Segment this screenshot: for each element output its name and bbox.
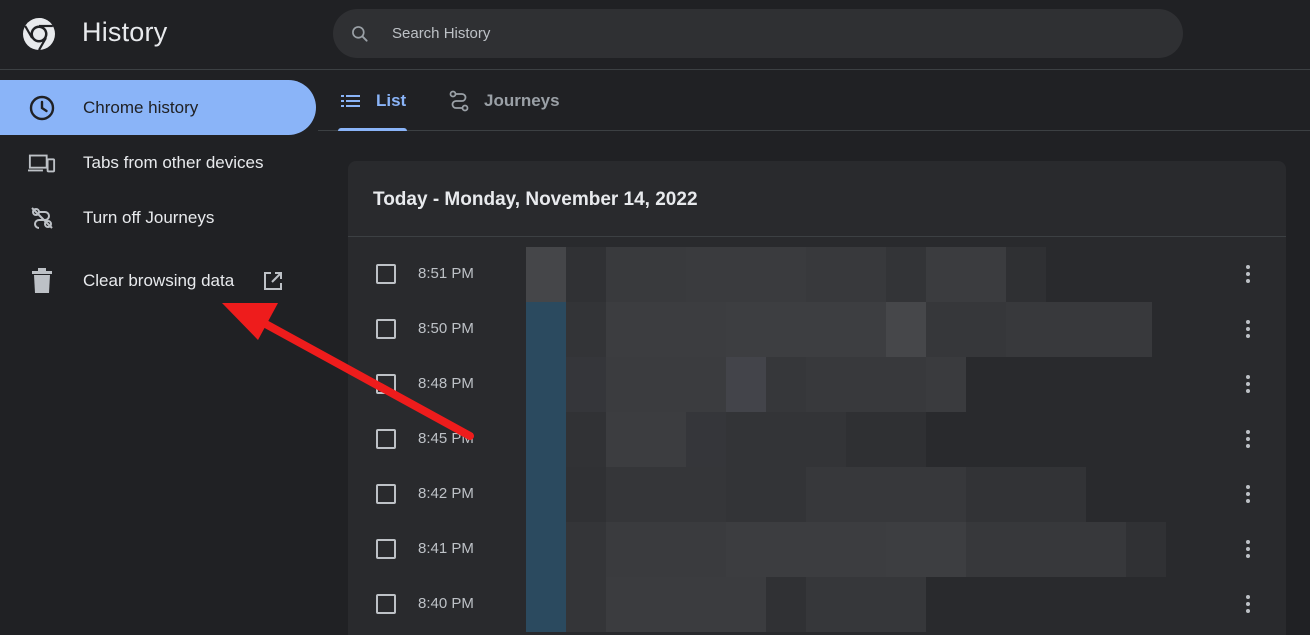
chrome-logo-icon[interactable] bbox=[22, 17, 56, 51]
history-entry[interactable]: 8:42 PM bbox=[348, 467, 1286, 522]
entry-time: 8:41 PM bbox=[418, 540, 474, 557]
search-input[interactable] bbox=[390, 18, 1150, 49]
history-entry[interactable]: 8:41 PM bbox=[348, 522, 1286, 577]
more-options-icon[interactable] bbox=[1236, 317, 1260, 341]
sidebar-item-label: Tabs from other devices bbox=[83, 152, 264, 172]
view-tabs: List Journeys bbox=[318, 70, 1310, 131]
external-link-icon bbox=[264, 271, 282, 290]
history-page: History Chrome history bbox=[0, 0, 1310, 635]
search-bar[interactable] bbox=[333, 9, 1183, 58]
entry-title-redacted[interactable] bbox=[526, 247, 1046, 302]
search-icon bbox=[352, 25, 368, 42]
sidebar-item-label: Chrome history bbox=[83, 97, 199, 117]
sidebar-item-clear-browsing-data[interactable]: Clear browsing data bbox=[0, 253, 316, 308]
sidebar-item-chrome-history[interactable]: Chrome history bbox=[0, 80, 316, 135]
trash-icon bbox=[28, 267, 56, 295]
entry-checkbox[interactable] bbox=[376, 264, 396, 284]
sidebar-item-turn-off-journeys[interactable]: Turn off Journeys bbox=[0, 190, 316, 245]
entry-time: 8:42 PM bbox=[418, 485, 474, 502]
list-icon bbox=[341, 94, 360, 107]
header: History bbox=[0, 0, 1310, 70]
entry-checkbox[interactable] bbox=[376, 594, 396, 614]
entry-checkbox[interactable] bbox=[376, 539, 396, 559]
history-entry[interactable]: 8:51 PM bbox=[348, 247, 1286, 302]
date-heading: Today - Monday, November 14, 2022 bbox=[373, 189, 698, 210]
entry-time: 8:40 PM bbox=[418, 595, 474, 612]
more-options-icon[interactable] bbox=[1236, 482, 1260, 506]
more-options-icon[interactable] bbox=[1236, 537, 1260, 561]
tab-list-label: List bbox=[376, 90, 407, 110]
devices-icon bbox=[28, 149, 56, 177]
entry-time: 8:50 PM bbox=[418, 320, 474, 337]
clock-icon bbox=[28, 94, 56, 122]
history-entry[interactable]: 8:50 PM bbox=[348, 302, 1286, 357]
journeys-off-icon bbox=[28, 204, 56, 232]
entry-checkbox[interactable] bbox=[376, 429, 396, 449]
entry-title-redacted[interactable] bbox=[526, 467, 1086, 522]
entry-time: 8:45 PM bbox=[418, 430, 474, 447]
journeys-icon bbox=[449, 90, 469, 111]
tab-list[interactable]: List bbox=[340, 70, 406, 131]
entry-checkbox[interactable] bbox=[376, 374, 396, 394]
tab-journeys-label: Journeys bbox=[484, 90, 560, 110]
entry-title-redacted[interactable] bbox=[526, 412, 926, 467]
entry-title-redacted[interactable] bbox=[526, 577, 926, 632]
more-options-icon[interactable] bbox=[1236, 427, 1260, 451]
entry-title-redacted[interactable] bbox=[526, 357, 966, 412]
entry-title-redacted[interactable] bbox=[526, 522, 1166, 577]
sidebar-item-tabs-other-devices[interactable]: Tabs from other devices bbox=[0, 135, 316, 190]
tab-journeys[interactable]: Journeys bbox=[448, 70, 560, 131]
history-entry[interactable]: 8:45 PM bbox=[348, 412, 1286, 467]
more-options-icon[interactable] bbox=[1236, 262, 1260, 286]
history-card: Today - Monday, November 14, 2022 8:51 P… bbox=[348, 161, 1286, 635]
entry-checkbox[interactable] bbox=[376, 484, 396, 504]
sidebar-item-label: Clear browsing data bbox=[83, 270, 235, 290]
entry-title-redacted[interactable] bbox=[526, 302, 1152, 357]
more-options-icon[interactable] bbox=[1236, 592, 1260, 616]
active-tab-indicator bbox=[338, 128, 407, 131]
page-title: History bbox=[82, 17, 168, 47]
divider bbox=[348, 236, 1286, 237]
entry-time: 8:51 PM bbox=[418, 265, 474, 282]
entry-time: 8:48 PM bbox=[418, 375, 474, 392]
history-entry[interactable]: 8:48 PM bbox=[348, 357, 1286, 412]
entry-checkbox[interactable] bbox=[376, 319, 396, 339]
more-options-icon[interactable] bbox=[1236, 372, 1260, 396]
history-entry[interactable]: 8:40 PM bbox=[348, 577, 1286, 632]
sidebar-item-label: Turn off Journeys bbox=[83, 207, 215, 227]
